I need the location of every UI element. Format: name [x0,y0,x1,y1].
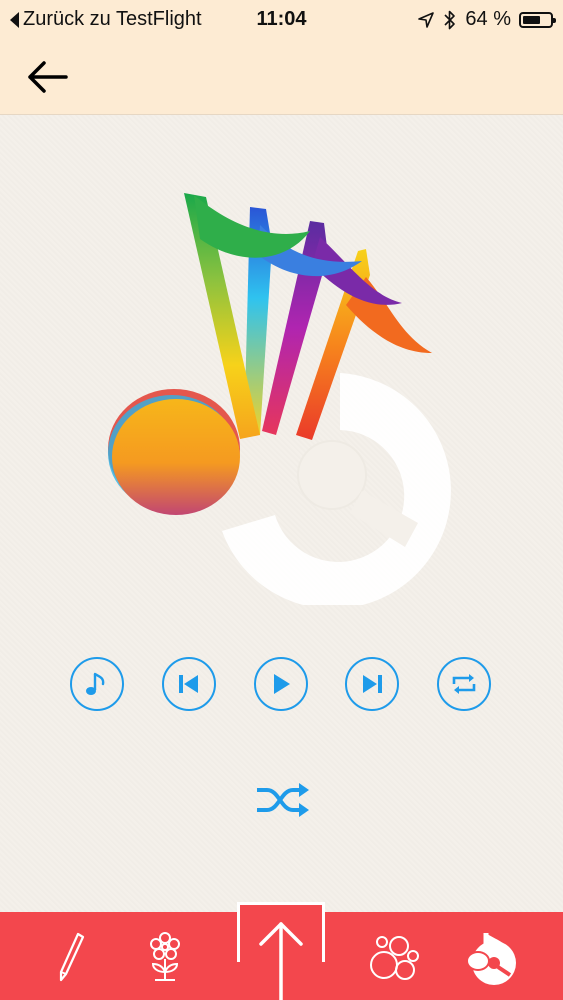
bluetooth-icon [444,10,456,29]
status-right-group: 64 % [417,8,556,31]
status-bar: Zurück zu TestFlight 11:04 64 % [0,0,563,40]
location-arrow-icon [418,11,435,28]
shuffle-icon [257,783,309,817]
repeat-button[interactable] [437,657,491,711]
arrow-left-icon [28,61,68,93]
circles-icon [370,936,419,980]
flower-icon [150,932,180,981]
tab-flower[interactable] [130,924,200,990]
pencil-icon [59,932,85,982]
navigation-bar [0,40,563,115]
next-button[interactable] [345,657,399,711]
skip-previous-icon [179,675,198,693]
back-button[interactable] [20,52,76,102]
battery-percentage: 64 % [465,8,511,30]
previous-button[interactable] [162,657,216,711]
player-controls [0,657,563,717]
battery-icon [519,11,556,28]
play-button[interactable] [254,657,308,711]
repeat-icon [452,674,476,694]
rainbow-music-note-disc-logo [108,193,451,605]
skip-next-icon [363,675,382,693]
music-disc-icon [466,933,516,985]
tab-upload[interactable] [237,902,325,962]
tab-draw[interactable] [36,924,106,990]
tab-music[interactable] [456,924,526,990]
play-icon [274,674,290,694]
shuffle-button[interactable] [250,775,314,825]
music-note-button[interactable] [70,657,124,711]
music-note-icon [86,672,105,695]
tab-circles[interactable] [359,924,429,990]
